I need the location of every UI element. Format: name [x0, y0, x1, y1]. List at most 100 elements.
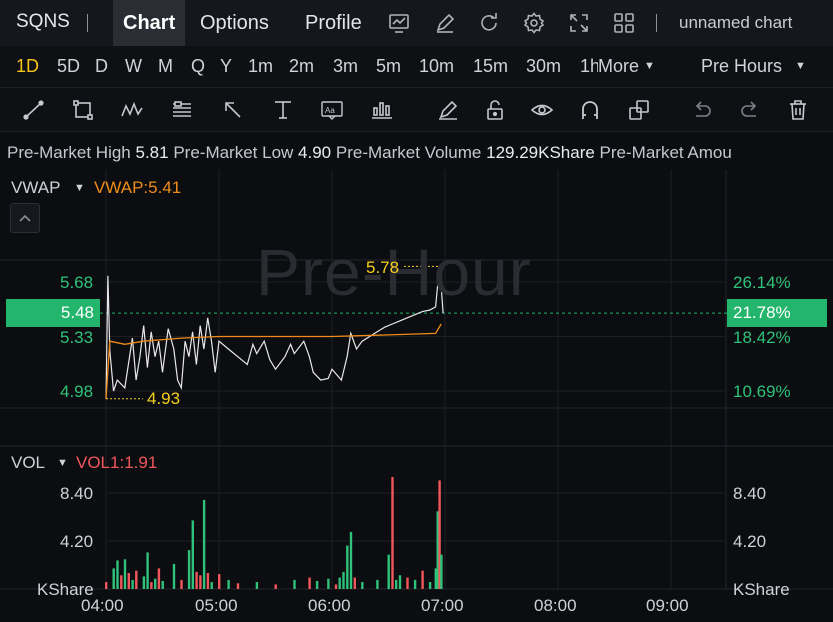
x-tick: 08:00	[534, 596, 577, 615]
more-label: More	[598, 56, 640, 76]
volume-bar	[391, 477, 394, 589]
vol-indicator-label[interactable]: VOL	[11, 453, 45, 473]
volume-bar	[127, 573, 130, 589]
volume-value: 129.29KShare	[486, 143, 595, 162]
interval-w[interactable]: W	[125, 56, 142, 77]
high-value: 5.81	[135, 143, 169, 162]
x-tick: 06:00	[308, 596, 351, 615]
fib-icon[interactable]	[170, 98, 194, 122]
vol-y-tick-right: 4.20	[733, 532, 767, 551]
volume-bar	[187, 550, 191, 589]
more-intervals-dropdown[interactable]: More ▼	[598, 56, 655, 77]
y-tick-right: 26.14%	[733, 273, 791, 292]
interval-1d[interactable]: 1D	[16, 56, 39, 77]
y-tick-right: 10.69%	[733, 382, 791, 401]
volume-bar	[112, 568, 115, 589]
volume-bar	[346, 545, 349, 589]
low-label: Pre-Market Low	[173, 143, 294, 162]
arrow-icon[interactable]	[221, 98, 245, 122]
chevron-down-icon[interactable]: ▼	[74, 182, 85, 194]
clone-icon[interactable]	[627, 98, 651, 122]
brush-icon[interactable]	[436, 98, 460, 122]
interval-15m[interactable]: 15m	[473, 56, 508, 77]
amount-label: Pre-Market Amou	[599, 143, 732, 162]
volume-bar	[361, 582, 364, 589]
x-tick: 04:00	[81, 596, 124, 615]
interval-2m[interactable]: 2m	[289, 56, 314, 77]
eye-icon[interactable]	[530, 98, 554, 122]
current-pct-badge: 21.78%	[727, 299, 827, 327]
volume-bar	[135, 570, 138, 589]
pattern-icon[interactable]	[120, 98, 144, 122]
interval-1h[interactable]: 1h	[580, 56, 598, 77]
chevron-down-icon[interactable]: ▼	[57, 457, 68, 469]
tab-profile[interactable]: Profile	[305, 0, 362, 46]
volume-bar	[227, 579, 230, 589]
candles-icon[interactable]	[370, 98, 394, 122]
volume-bar	[342, 571, 345, 589]
interval-30m[interactable]: 30m	[526, 56, 561, 77]
chart-grid	[0, 170, 833, 590]
volume-bar	[398, 575, 402, 589]
lock-icon[interactable]	[483, 98, 507, 122]
tab-chart[interactable]: Chart	[113, 0, 186, 46]
header-divider-2	[656, 14, 657, 32]
header-divider	[87, 14, 88, 32]
text-icon[interactable]: Aa	[320, 98, 344, 122]
gear-icon[interactable]	[522, 11, 546, 35]
pencil-icon[interactable]	[433, 11, 457, 35]
volume-bar	[338, 577, 341, 589]
interval-y[interactable]: Y	[220, 56, 232, 77]
tab-options[interactable]: Options	[200, 0, 269, 46]
symbol-label[interactable]: SQNS	[16, 11, 70, 33]
interval-5m[interactable]: 5m	[376, 56, 401, 77]
interval-3m[interactable]: 3m	[333, 56, 358, 77]
vwap-line	[105, 323, 442, 399]
volume-bar	[180, 579, 183, 589]
volume-bar	[191, 520, 194, 589]
line-chart-icon[interactable]	[387, 11, 411, 35]
volume-bar	[413, 579, 417, 589]
interval-10m[interactable]: 10m	[419, 56, 454, 77]
volume-bar	[142, 576, 146, 589]
undo-icon[interactable]	[690, 98, 714, 122]
volume-bar	[440, 554, 443, 589]
volume-bar	[255, 582, 259, 589]
interval-q[interactable]: Q	[191, 56, 205, 77]
vwap-value: VWAP:5.41	[94, 178, 182, 197]
volume-bar	[421, 570, 424, 589]
volume-bar	[199, 575, 202, 589]
interval-1m[interactable]: 1m	[248, 56, 273, 77]
measure-icon[interactable]	[271, 98, 295, 122]
collapse-panel-button[interactable]	[10, 203, 40, 233]
rectangle-icon[interactable]	[71, 98, 95, 122]
trend-line-icon[interactable]	[22, 98, 46, 122]
drawing-toolbar: Aa	[0, 88, 833, 132]
interval-5d[interactable]: 5D	[57, 56, 80, 77]
session-label: Pre Hours	[701, 56, 783, 76]
y-tick-left: 5.33	[60, 328, 94, 347]
redo-icon[interactable]	[738, 98, 762, 122]
premarket-stats: Pre-Market High 5.81 Pre-Market Low 4.90…	[7, 143, 833, 163]
trash-icon[interactable]	[786, 98, 810, 122]
fullscreen-icon[interactable]	[567, 11, 591, 35]
vol-y-tick-right: 8.40	[733, 484, 767, 503]
volume-bar	[395, 579, 398, 589]
interval-d[interactable]: D	[95, 56, 108, 77]
chart-name[interactable]: unnamed chart	[679, 13, 792, 33]
session-dropdown[interactable]: Pre Hours ▼	[701, 56, 806, 77]
volume-bar	[154, 578, 157, 589]
volume-bar	[293, 579, 296, 589]
vwap-indicator-label[interactable]: VWAP	[11, 178, 60, 198]
magnet-icon[interactable]	[578, 98, 602, 122]
vol-y-tick-left: 8.40	[60, 484, 94, 503]
refresh-icon[interactable]	[477, 11, 501, 35]
high-marker-label: 5.78	[366, 258, 400, 277]
interval-m[interactable]: M	[158, 56, 173, 77]
layout-grid-icon[interactable]	[612, 11, 636, 35]
volume-bar	[274, 584, 277, 589]
volume-bar	[406, 577, 409, 589]
volume-bar	[349, 531, 353, 589]
low-value: 4.90	[298, 143, 332, 162]
volume-bar	[210, 582, 213, 589]
